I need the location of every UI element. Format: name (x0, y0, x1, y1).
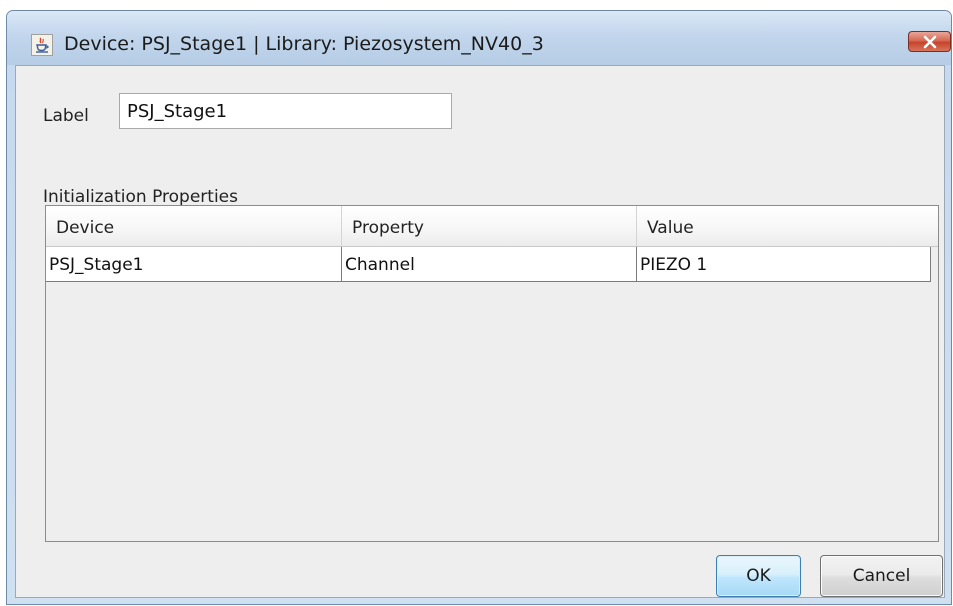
table-row[interactable]: PSJ_Stage1 Channel PIEZO 1 (46, 247, 931, 282)
window-title: Device: PSJ_Stage1 | Library: Piezosyste… (64, 33, 544, 55)
cell-value[interactable]: PIEZO 1 (637, 247, 930, 281)
table-header: Device Property Value (46, 206, 938, 247)
close-icon (923, 35, 937, 49)
title-bar[interactable]: Device: PSJ_Stage1 | Library: Piezosyste… (7, 11, 951, 65)
cell-property[interactable]: Channel (342, 247, 637, 281)
ok-button[interactable]: OK (716, 555, 801, 597)
column-header-property[interactable]: Property (342, 206, 637, 246)
cell-device[interactable]: PSJ_Stage1 (46, 247, 342, 281)
device-dialog-window: Device: PSJ_Stage1 | Library: Piezosyste… (6, 10, 952, 605)
initialization-properties-table[interactable]: Device Property Value PSJ_Stage1 Channel… (45, 205, 939, 542)
column-header-device[interactable]: Device (46, 206, 342, 246)
label-caption: Label (43, 106, 89, 126)
column-header-value[interactable]: Value (637, 206, 938, 246)
dialog-content: Label Initialization Properties Device P… (15, 65, 945, 598)
initialization-properties-caption: Initialization Properties (43, 187, 238, 207)
close-button[interactable] (908, 31, 951, 52)
cancel-button[interactable]: Cancel (820, 555, 943, 597)
java-icon (31, 34, 53, 56)
label-input[interactable] (119, 93, 452, 129)
